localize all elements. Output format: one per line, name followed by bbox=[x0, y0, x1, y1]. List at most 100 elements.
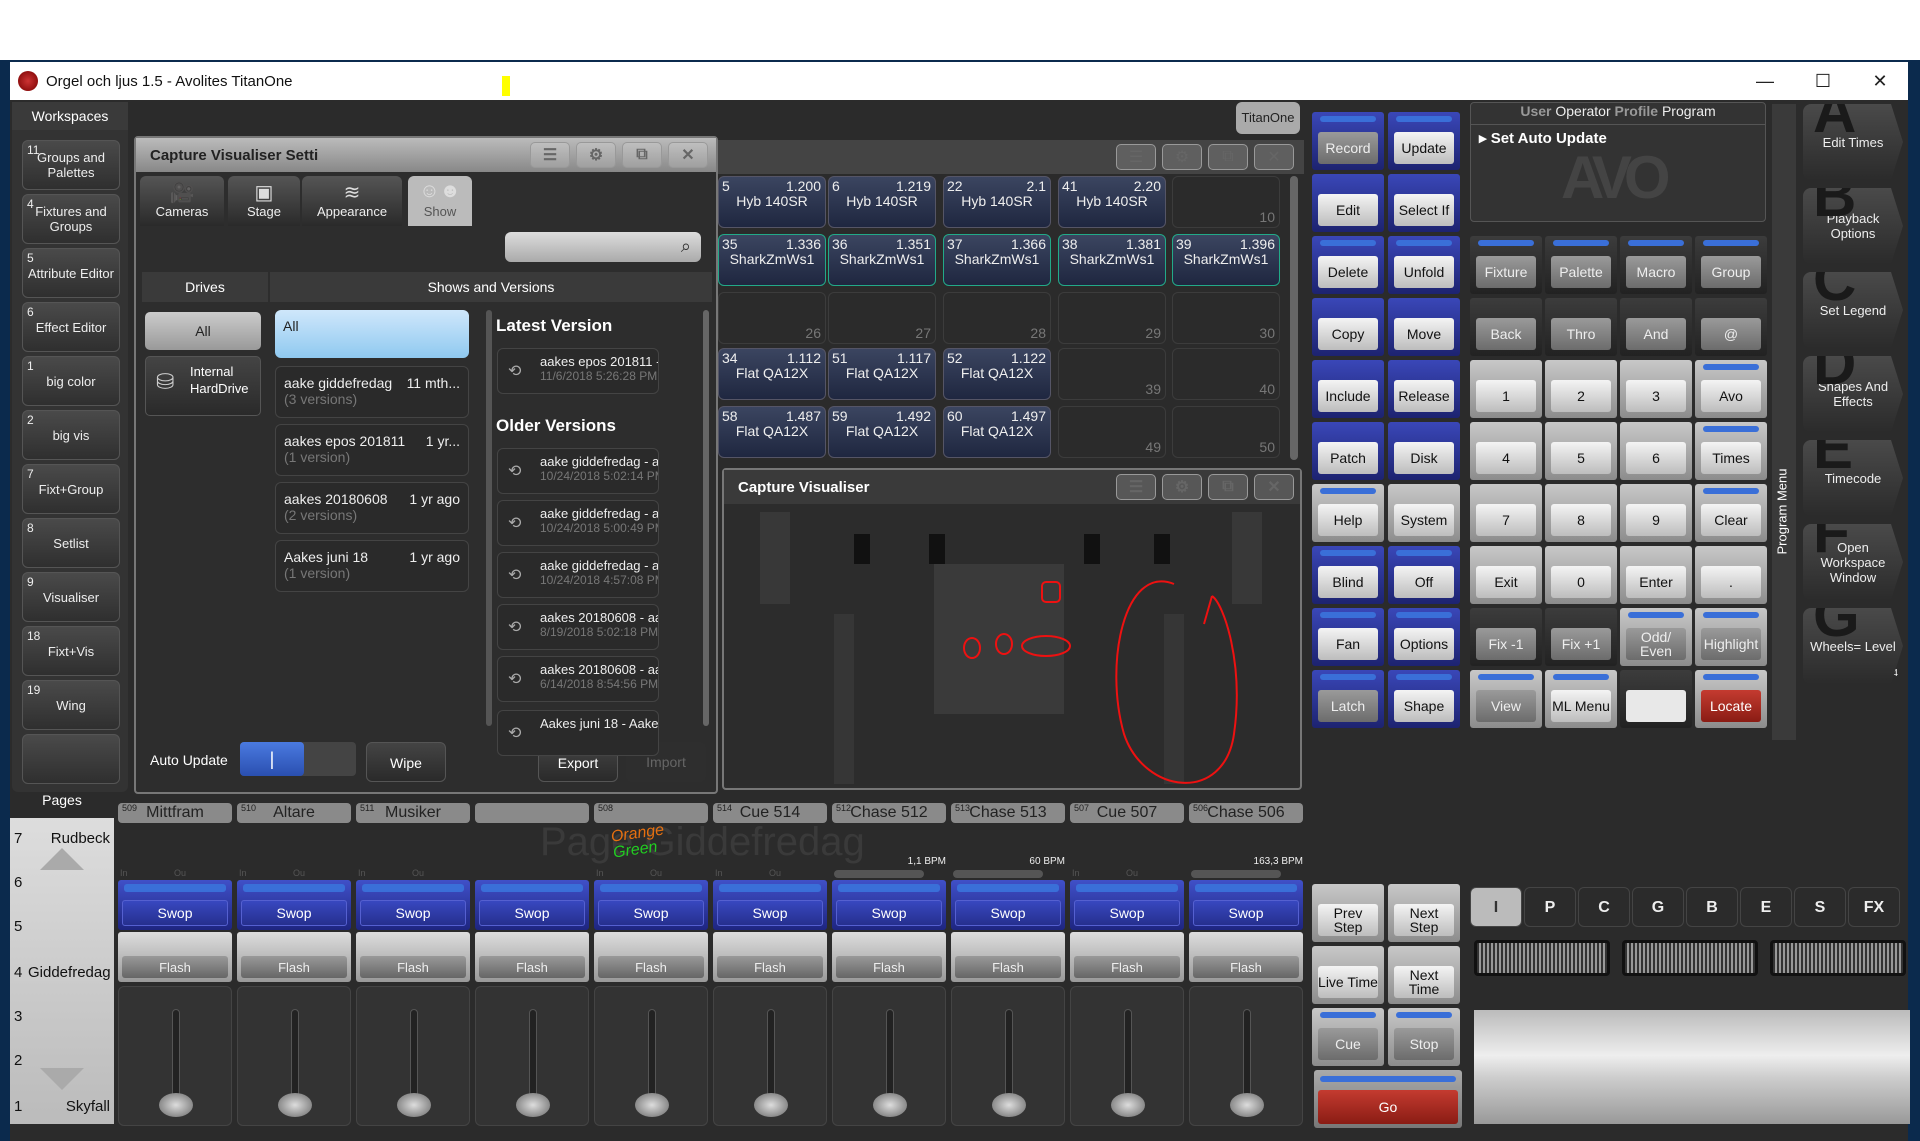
key-8[interactable]: 8 bbox=[1545, 484, 1617, 542]
key-options[interactable]: Options bbox=[1388, 608, 1460, 666]
playback-fader[interactable] bbox=[1189, 986, 1303, 1126]
flash-button[interactable]: Flash bbox=[118, 932, 232, 982]
playback-fader[interactable] bbox=[832, 986, 946, 1126]
workspace-button[interactable]: 18 Fixt+Vis bbox=[22, 626, 120, 676]
key-prev-step[interactable]: Prev Step bbox=[1312, 884, 1384, 942]
swop-button[interactable]: Swop bbox=[475, 880, 589, 930]
softkey-timecode[interactable]: E Timecode bbox=[1803, 440, 1903, 516]
key-times[interactable]: Times bbox=[1695, 422, 1767, 480]
workspace-button[interactable]: 1 big color bbox=[22, 356, 120, 406]
key-group[interactable]: Group bbox=[1695, 236, 1767, 294]
key-disk[interactable]: Disk bbox=[1388, 422, 1460, 480]
playback-label[interactable]: 509 Mittfram bbox=[118, 803, 232, 823]
fader-knob[interactable] bbox=[1230, 1093, 1264, 1117]
fixture-scrollbar[interactable] bbox=[1290, 176, 1298, 460]
close-icon[interactable]: ✕ bbox=[1254, 144, 1294, 170]
show-item[interactable]: aake giddefredag 11 mth... (3 versions) bbox=[275, 366, 469, 418]
key-avo[interactable]: Avo bbox=[1695, 360, 1767, 418]
fixture-cell[interactable]: 58 1.487 Flat QA12X bbox=[718, 406, 826, 458]
swop-button[interactable]: Swop bbox=[832, 880, 946, 930]
key-cue[interactable]: Cue bbox=[1312, 1008, 1384, 1066]
workspace-button[interactable]: 6 Effect Editor bbox=[22, 302, 120, 352]
key-back[interactable]: Back bbox=[1470, 298, 1542, 356]
page-item[interactable]: 3 bbox=[14, 1008, 110, 1025]
key-live-time[interactable]: Live Time bbox=[1312, 946, 1384, 1004]
key-shape[interactable]: Shape bbox=[1388, 670, 1460, 728]
flash-button[interactable]: Flash bbox=[237, 932, 351, 982]
flash-button[interactable]: Flash bbox=[594, 932, 708, 982]
key-4[interactable]: 4 bbox=[1470, 422, 1542, 480]
key-clear[interactable]: Clear bbox=[1695, 484, 1767, 542]
key--[interactable]: @ bbox=[1695, 298, 1767, 356]
fixture-empty-cell[interactable]: 40 bbox=[1172, 348, 1280, 400]
fixture-empty-cell[interactable]: 27 bbox=[828, 292, 936, 344]
fixture-empty-cell[interactable]: 50 bbox=[1172, 406, 1280, 458]
playback-label[interactable]: 506 Chase 506 bbox=[1189, 803, 1303, 823]
fixture-cell[interactable]: 52 1.122 Flat QA12X bbox=[943, 348, 1051, 400]
key-fixture[interactable]: Fixture bbox=[1470, 236, 1542, 294]
wheel-tab-p[interactable]: P bbox=[1524, 887, 1576, 927]
fader-knob[interactable] bbox=[278, 1093, 312, 1117]
playback-fader[interactable] bbox=[356, 986, 470, 1126]
fader-knob[interactable] bbox=[397, 1093, 431, 1117]
playback-fader[interactable] bbox=[237, 986, 351, 1126]
fixture-cell[interactable]: 60 1.497 Flat QA12X bbox=[943, 406, 1051, 458]
workspace-button[interactable]: 4 Fixtures and Groups bbox=[22, 194, 120, 244]
fixture-cell[interactable]: 59 1.492 Flat QA12X bbox=[828, 406, 936, 458]
menu-icon[interactable]: ☰ bbox=[1116, 144, 1156, 170]
fixture-cell[interactable]: 36 1.351 SharkZmWs1 bbox=[828, 234, 936, 286]
fixture-cell[interactable]: 41 2.20 Hyb 140SR bbox=[1058, 176, 1166, 228]
playback-fader[interactable] bbox=[594, 986, 708, 1126]
key-stop[interactable]: Stop bbox=[1388, 1008, 1460, 1066]
version-item[interactable]: ⟲ Aakes juni 18 - Aakes jur bbox=[497, 710, 659, 756]
wheel-tab-s[interactable]: S bbox=[1794, 887, 1846, 927]
swop-button[interactable]: Swop bbox=[356, 880, 470, 930]
wheel-tab-i[interactable]: I bbox=[1470, 887, 1522, 927]
key-9[interactable]: 9 bbox=[1620, 484, 1692, 542]
encoder-wheel-3[interactable] bbox=[1770, 940, 1906, 976]
fixture-cell[interactable]: 22 2.1 Hyb 140SR bbox=[943, 176, 1051, 228]
fixture-window-header[interactable]: ☰ ⚙ ⧉ ✕ bbox=[718, 140, 1304, 174]
fixture-cell[interactable]: 6 1.219 Hyb 140SR bbox=[828, 176, 936, 228]
workspace-button[interactable]: 8 Setlist bbox=[22, 518, 120, 568]
playback-label[interactable]: 508 bbox=[594, 803, 708, 823]
key-0[interactable]: 0 bbox=[1545, 546, 1617, 604]
flash-button[interactable]: Flash bbox=[951, 932, 1065, 982]
fixture-empty-cell[interactable]: 29 bbox=[1058, 292, 1166, 344]
key-1[interactable]: 1 bbox=[1470, 360, 1542, 418]
close-icon[interactable]: ✕ bbox=[668, 142, 708, 168]
tab-show[interactable]: ☺☻ Show bbox=[408, 176, 472, 226]
page-item[interactable]: 4 Giddefredag bbox=[14, 964, 111, 981]
fixture-empty-cell[interactable]: 26 bbox=[718, 292, 826, 344]
key-fan[interactable]: Fan bbox=[1312, 608, 1384, 666]
key-unfold[interactable]: Unfold bbox=[1388, 236, 1460, 294]
softkey-edit-times[interactable]: A Edit Times bbox=[1803, 104, 1903, 180]
bpm-bar[interactable] bbox=[834, 870, 924, 878]
visualiser-canvas[interactable] bbox=[724, 504, 1300, 786]
close-button[interactable]: ✕ bbox=[1852, 62, 1908, 100]
softkey-set-legend[interactable]: C Set Legend bbox=[1803, 272, 1903, 348]
key-move[interactable]: Move bbox=[1388, 298, 1460, 356]
fixture-cell[interactable]: 51 1.117 Flat QA12X bbox=[828, 348, 936, 400]
fader-knob[interactable] bbox=[992, 1093, 1026, 1117]
key-macro[interactable]: Macro bbox=[1620, 236, 1692, 294]
fixture-cell[interactable]: 39 1.396 SharkZmWs1 bbox=[1172, 234, 1280, 286]
playback-label[interactable]: 513 Chase 513 bbox=[951, 803, 1065, 823]
workspace-button[interactable]: 2 big vis bbox=[22, 410, 120, 460]
show-item-all[interactable]: All bbox=[275, 310, 469, 358]
search-input[interactable]: ⌕ bbox=[505, 232, 701, 262]
gear-icon[interactable]: ⚙ bbox=[1162, 474, 1202, 500]
fader-knob[interactable] bbox=[635, 1093, 669, 1117]
workspace-button[interactable]: 11 Groups and Palettes bbox=[22, 140, 120, 190]
key-patch[interactable]: Patch bbox=[1312, 422, 1384, 480]
close-icon[interactable]: ✕ bbox=[1254, 474, 1294, 500]
tab-appearance[interactable]: ≋ Appearance bbox=[302, 176, 402, 226]
versions-scrollbar[interactable] bbox=[703, 310, 709, 726]
show-item[interactable]: Aakes juni 18 1 yr ago (1 version) bbox=[275, 540, 469, 592]
key-exit[interactable]: Exit bbox=[1470, 546, 1542, 604]
titanone-tab[interactable]: TitanOne bbox=[1236, 102, 1300, 134]
fixture-empty-cell[interactable]: 30 bbox=[1172, 292, 1280, 344]
fixture-empty-cell[interactable]: 49 bbox=[1058, 406, 1166, 458]
swop-button[interactable]: Swop bbox=[118, 880, 232, 930]
wheel-tab-c[interactable]: C bbox=[1578, 887, 1630, 927]
